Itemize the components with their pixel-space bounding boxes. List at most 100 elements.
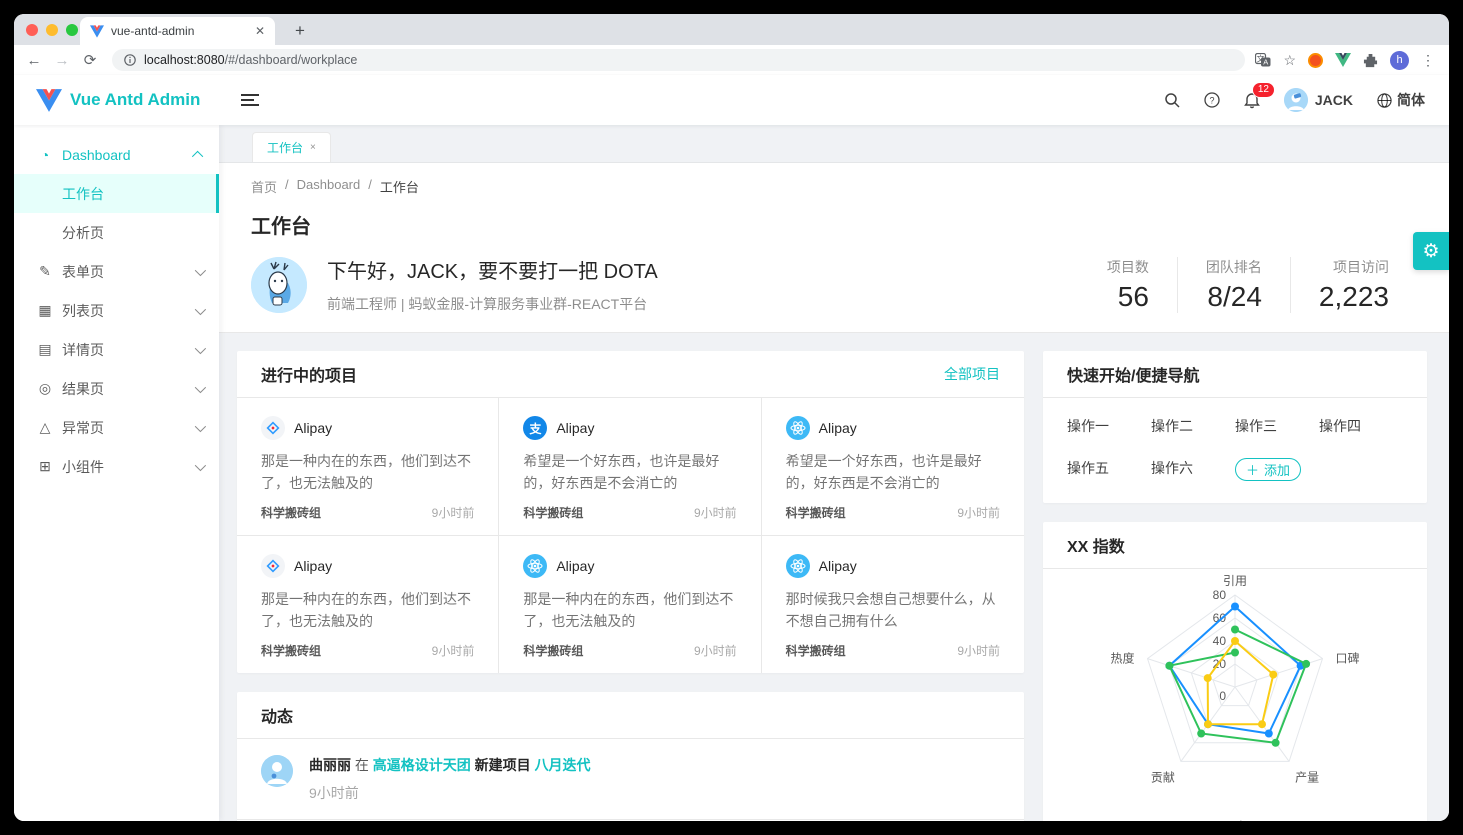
sidebar-item-workplace[interactable]: 工作台 [14,174,219,213]
sidebar-item-analysis[interactable]: 分析页 [14,213,219,252]
sidebar-item-lists[interactable]: ▦ 列表页 [14,291,219,330]
project-name[interactable]: Alipay [556,558,594,574]
brand[interactable]: Vue Antd Admin [14,89,219,112]
bookmark-star-icon[interactable]: ☆ [1283,52,1296,69]
sidebar-item-forms[interactable]: ✎ 表单页 [14,252,219,291]
breadcrumb-dashboard[interactable]: Dashboard [297,177,361,196]
project-name[interactable]: Alipay [556,420,594,436]
sidebar-item-widgets[interactable]: ⊞ 小组件 [14,447,219,486]
project-card[interactable]: Alipay 那是一种内在的东西，他们到达不了，也无法触及的 科学搬砖组 9小时… [499,536,761,673]
browser-menu-icon[interactable]: ⋮ [1421,52,1435,69]
svg-text:引用: 引用 [1223,574,1247,588]
app-header: Vue Antd Admin ? 12 JACK 简体 [14,75,1449,125]
url-bar[interactable]: localhost:8080/#/dashboard/workplace [112,49,1245,71]
warning-triangle-icon: △ [38,419,52,436]
quick-nav-link[interactable]: 操作六 [1151,458,1235,481]
activity-group-link[interactable]: 高逼格设计天团 [373,757,471,773]
project-card[interactable]: 支 Alipay 希望是一个好东西，也许是最好的，好东西是不会消亡的 科学搬砖组… [499,398,761,536]
notification-badge: 12 [1252,82,1275,98]
quick-nav-link[interactable]: 操作四 [1319,416,1403,436]
breadcrumb-home[interactable]: 首页 [251,177,277,196]
forward-icon[interactable]: → [50,52,74,69]
extensions-puzzle-icon[interactable] [1363,53,1378,68]
activity-user[interactable]: 曲丽丽 [309,757,351,773]
browser-profile-avatar[interactable]: h [1390,51,1409,70]
svg-text:口碑: 口碑 [1336,651,1360,666]
vue-devtools-icon[interactable] [1335,53,1351,67]
content: 进行中的项目 全部项目 Alipay [219,333,1449,821]
translate-icon[interactable]: 文 A [1255,53,1271,67]
project-name[interactable]: Alipay [294,558,332,574]
sidebar-item-results[interactable]: ◎ 结果页 [14,369,219,408]
header-actions: ? 12 JACK 简体 [1164,88,1449,112]
project-group-link[interactable]: 科学搬砖组 [786,642,846,659]
project-card[interactable]: Alipay 那是一种内在的东西，他们到达不了，也无法触及的 科学搬砖组 9小时… [237,536,499,673]
radar-title: XX 指数 [1067,533,1125,557]
svg-text:产量: 产量 [1295,770,1319,784]
greeting-block: 下午好，JACK，要不要打一把 DOTA 前端工程师 | 蚂蚁金服-计算服务事业… [251,255,1417,314]
menu-fold-icon[interactable] [241,94,259,106]
browser-tab[interactable]: vue-antd-admin ✕ [80,17,275,45]
stat-value: 56 [1107,281,1149,313]
avatar [251,257,307,313]
all-projects-link[interactable]: 全部项目 [944,364,1000,384]
legend-item[interactable]: c [1272,818,1293,821]
legend-item[interactable]: b [1225,818,1247,821]
greeting-title: 下午好，JACK，要不要打一把 DOTA [327,255,658,284]
react-logo-icon [786,554,810,578]
project-name[interactable]: Alipay [819,558,857,574]
sidebar-item-label: 表单页 [62,262,104,282]
project-group-link[interactable]: 科学搬砖组 [786,504,846,521]
project-group-link[interactable]: 科学搬砖组 [261,642,321,659]
search-icon[interactable] [1164,92,1180,108]
project-name[interactable]: Alipay [819,420,857,436]
add-button[interactable]: ＋ 添加 [1235,458,1301,481]
site-info-icon[interactable] [124,54,136,66]
check-circle-icon: ◎ [38,380,52,397]
project-card[interactable]: Alipay 那时候我只会想自己想要什么，从不想自己拥有什么 科学搬砖组 9小时… [762,536,1024,673]
stat-visits: 项目访问 2,223 [1290,257,1417,313]
main-area: 工作台 × 首页/ Dashboard/ 工作台 工作台 [219,125,1449,821]
page-tab-workplace[interactable]: 工作台 × [252,132,331,162]
user-menu[interactable]: JACK [1284,88,1353,112]
project-group-link[interactable]: 科学搬砖组 [523,504,583,521]
back-icon[interactable]: ← [22,52,46,69]
avatar [261,755,293,787]
activity-target-link[interactable]: 八月迭代 [535,757,591,773]
browser-toolbar: ← → ⟳ localhost:8080/#/dashboard/workpla… [14,45,1449,75]
project-time: 9小时前 [432,504,475,521]
zoom-window-button[interactable] [66,24,78,36]
reload-icon[interactable]: ⟳ [78,51,102,69]
project-time: 9小时前 [694,642,737,659]
help-icon[interactable]: ? [1204,92,1220,108]
vue-logo-icon [36,89,62,112]
sidebar-item-exceptions[interactable]: △ 异常页 [14,408,219,447]
language-switcher[interactable]: 简体 [1377,90,1425,110]
quick-nav-link[interactable]: 操作三 [1235,416,1319,436]
quick-nav-link[interactable]: 操作一 [1067,416,1151,436]
project-group-link[interactable]: 科学搬砖组 [261,504,321,521]
project-time: 9小时前 [432,642,475,659]
svg-text:A: A [1264,58,1269,67]
sidebar-item-dashboard[interactable]: ◔ Dashboard [14,135,219,174]
extension-orange-icon[interactable] [1308,53,1323,68]
legend-item[interactable]: a [1177,818,1199,821]
settings-gear-button[interactable]: ⚙ [1413,232,1449,270]
quick-nav-link[interactable]: 操作二 [1151,416,1235,436]
project-card[interactable]: Alipay 那是一种内在的东西，他们到达不了，也无法触及的 科学搬砖组 9小时… [237,398,499,536]
close-window-button[interactable] [26,24,38,36]
page-tab-close-icon[interactable]: × [310,142,316,153]
notification-bell-icon[interactable]: 12 [1244,92,1260,109]
project-name[interactable]: Alipay [294,420,332,436]
new-tab-button[interactable]: + [288,21,312,41]
url-text: localhost:8080/#/dashboard/workplace [144,51,357,69]
project-group-link[interactable]: 科学搬砖组 [523,642,583,659]
minimize-window-button[interactable] [46,24,58,36]
quick-nav-link[interactable]: 操作五 [1067,458,1151,481]
project-card[interactable]: Alipay 希望是一个好东西，也许是最好的，好东西是不会消亡的 科学搬砖组 9… [762,398,1024,536]
svg-text:?: ? [1209,95,1214,105]
tab-close-icon[interactable]: ✕ [255,24,265,38]
sidebar-item-details[interactable]: ▤ 详情页 [14,330,219,369]
react-logo-icon [523,554,547,578]
sidebar-item-label: 分析页 [62,223,104,243]
